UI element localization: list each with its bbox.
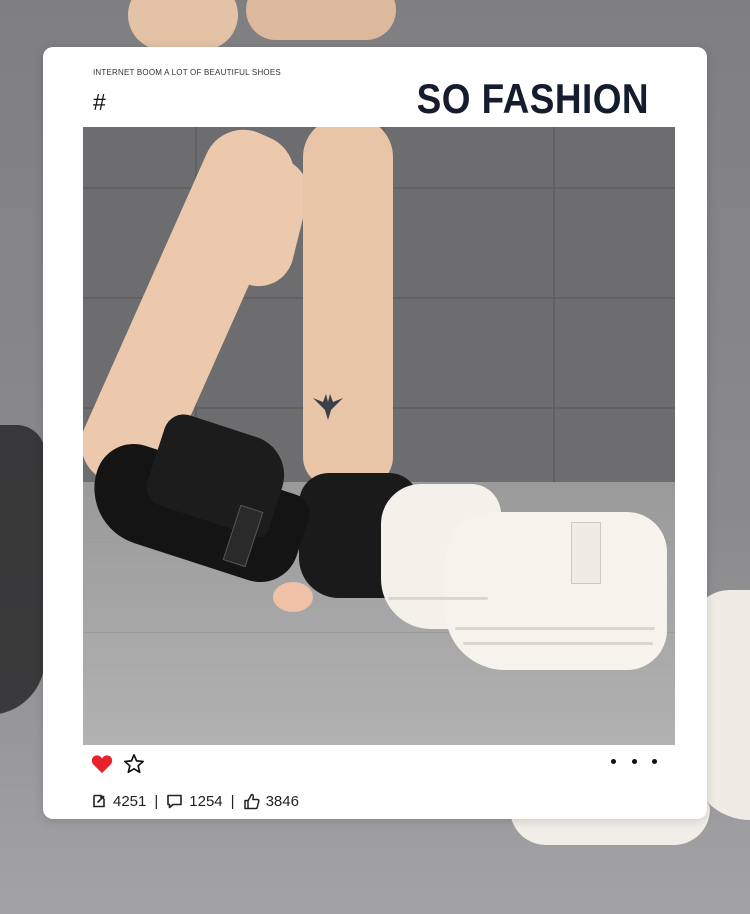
star-icon[interactable] <box>123 753 145 775</box>
white-sandal-front <box>445 512 667 670</box>
heart-icon[interactable] <box>91 754 113 774</box>
comment-icon <box>167 794 183 809</box>
comment-stat[interactable]: 1254 <box>166 792 223 810</box>
back-leg <box>303 127 393 487</box>
hash-symbol: # <box>93 89 106 115</box>
post-card: INTERNET BOOM A LOT OF BEAUTIFUL SHOES #… <box>43 47 707 819</box>
product-photo <box>83 127 675 745</box>
background-black-shoe <box>0 425 45 715</box>
tattoo-icon <box>313 394 343 420</box>
white-sandal-strap <box>571 522 601 584</box>
toes <box>273 582 313 612</box>
share-icon <box>93 794 105 808</box>
like-stat[interactable]: 3846 <box>243 793 299 810</box>
more-icon[interactable] <box>611 755 657 767</box>
share-count: 4251 <box>113 792 147 810</box>
background-hand <box>246 0 396 40</box>
post-stats: 4251 | 1254 | 3846 <box>91 791 299 811</box>
thumbs-up-icon <box>243 793 260 809</box>
stats-separator: | <box>230 792 235 810</box>
stats-separator: | <box>154 792 159 810</box>
post-title: SO FASHION <box>416 75 649 122</box>
comment-count: 1254 <box>189 792 223 810</box>
background-leg <box>128 0 238 50</box>
like-count: 3846 <box>265 792 299 810</box>
share-stat[interactable]: 4251 <box>91 793 146 810</box>
tagline: INTERNET BOOM A LOT OF BEAUTIFUL SHOES <box>93 68 281 77</box>
